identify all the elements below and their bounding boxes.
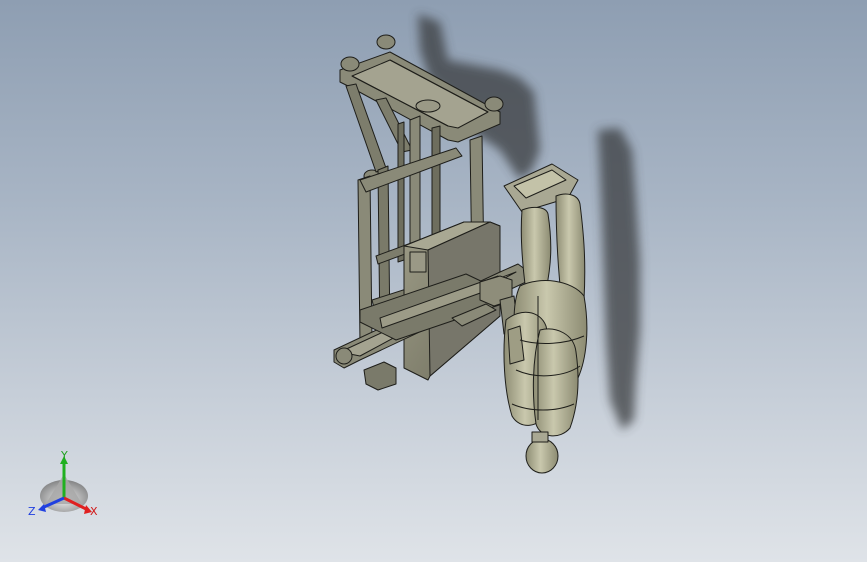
wheel-left [335, 347, 353, 365]
triad-z-label: Z [28, 505, 36, 518]
coordinate-triad[interactable]: Y X Z [24, 444, 108, 528]
triad-y-label: Y [61, 449, 68, 462]
human-dummy[interactable] [503, 163, 588, 474]
caster-top-right [484, 96, 504, 112]
head [525, 438, 559, 474]
graphics-viewport[interactable]: Y X Z [0, 0, 867, 562]
triad-x-label: X [90, 505, 98, 518]
caster-top-left [340, 56, 360, 72]
caster-top-center [376, 34, 396, 50]
model-scene[interactable] [0, 0, 867, 562]
motor-block [363, 361, 397, 391]
